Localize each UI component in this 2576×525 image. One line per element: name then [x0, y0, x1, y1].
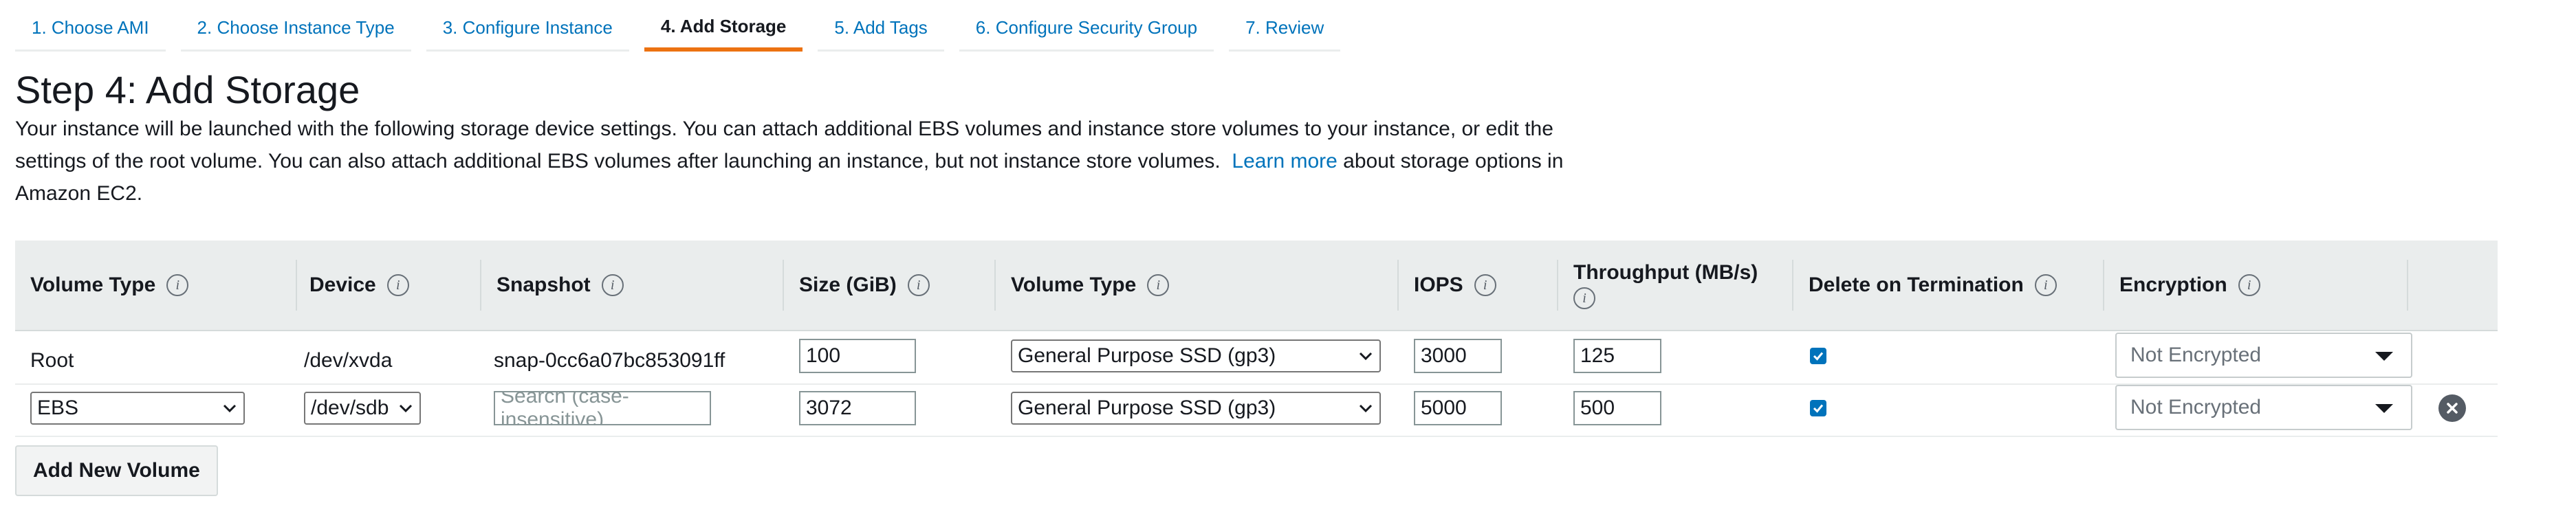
- snapshot-cell: snap-0cc6a07bc853091ff: [494, 349, 725, 372]
- volume-type-select[interactable]: EBS: [30, 392, 245, 425]
- column-divider: [1397, 260, 1399, 311]
- chevron-down-icon: [223, 404, 237, 413]
- tab-configure-instance[interactable]: 3. Configure Instance: [426, 5, 629, 52]
- col-header-delete-on-termination: Delete on Termination i: [1809, 241, 2057, 330]
- col-header-label: Device: [309, 273, 376, 296]
- info-icon[interactable]: i: [907, 274, 930, 296]
- iops-input[interactable]: 5000: [1414, 391, 1502, 425]
- delete-on-termination-checkbox[interactable]: [1810, 348, 1826, 364]
- col-header-label: Size (GiB): [799, 273, 897, 296]
- col-header-label: Snapshot: [496, 273, 591, 296]
- tab-add-tags[interactable]: 5. Add Tags: [818, 5, 944, 52]
- throughput-input[interactable]: 125: [1573, 339, 1661, 373]
- select-value: General Purpose SSD (gp3): [1018, 396, 1276, 419]
- add-storage-page: 1. Choose AMI 2. Choose Instance Type 3.…: [0, 0, 2576, 525]
- select-value: Not Encrypted: [2130, 344, 2262, 366]
- col-header-snapshot: Snapshot i: [496, 241, 624, 330]
- tab-review[interactable]: 7. Review: [1229, 5, 1341, 52]
- device-select[interactable]: /dev/sdb: [304, 392, 421, 425]
- add-new-volume-button[interactable]: Add New Volume: [15, 445, 218, 496]
- col-header-label: Delete on Termination: [1809, 273, 2024, 296]
- learn-more-link[interactable]: Learn more: [1232, 150, 1337, 172]
- col-header-label: IOPS: [1414, 273, 1463, 296]
- col-header-volume-type: Volume Type i: [30, 241, 189, 330]
- delete-on-termination-checkbox[interactable]: [1810, 400, 1826, 416]
- tab-add-storage[interactable]: 4. Add Storage: [644, 5, 803, 52]
- col-header-device: Device i: [309, 241, 409, 330]
- col-header-ebs-volume-type: Volume Type i: [1011, 241, 1170, 330]
- info-icon[interactable]: i: [386, 274, 409, 296]
- ebs-volume-type-select[interactable]: General Purpose SSD (gp3): [1011, 339, 1381, 372]
- column-divider: [1557, 260, 1558, 311]
- col-header-size: Size (GiB) i: [799, 241, 930, 330]
- remove-volume-button[interactable]: [2438, 394, 2466, 422]
- col-header-label: Throughput (MB/s): [1573, 261, 1758, 284]
- info-icon[interactable]: i: [1474, 274, 1496, 296]
- caret-down-icon: [2375, 352, 2393, 361]
- column-divider: [2407, 260, 2408, 311]
- tab-choose-ami[interactable]: 1. Choose AMI: [15, 5, 166, 52]
- info-icon[interactable]: i: [2034, 274, 2057, 296]
- select-value: /dev/sdb: [311, 396, 389, 419]
- tab-configure-security-group[interactable]: 6. Configure Security Group: [959, 5, 1214, 52]
- volume-type-cell: Root: [30, 349, 74, 372]
- col-header-label: Encryption: [2119, 273, 2227, 296]
- col-header-label: Volume Type: [30, 273, 156, 296]
- select-value: Not Encrypted: [2130, 396, 2262, 418]
- chevron-down-icon: [399, 404, 413, 413]
- wizard-steps: 1. Choose AMI 2. Choose Instance Type 3.…: [15, 5, 1355, 52]
- column-divider: [2103, 260, 2104, 311]
- chevron-down-icon: [1359, 352, 1373, 361]
- encryption-select[interactable]: Not Encrypted: [2115, 385, 2412, 430]
- ebs-volume-type-select[interactable]: General Purpose SSD (gp3): [1011, 392, 1381, 425]
- page-title: Step 4: Add Storage: [15, 68, 360, 111]
- checkmark-icon: [1813, 404, 1824, 413]
- caret-down-icon: [2375, 404, 2393, 413]
- snapshot-search-input[interactable]: Search (case-insensitive): [494, 391, 711, 425]
- throughput-input[interactable]: 500: [1573, 391, 1661, 425]
- info-icon[interactable]: i: [2238, 274, 2260, 296]
- device-cell: /dev/xvda: [304, 349, 393, 372]
- tab-choose-instance-type[interactable]: 2. Choose Instance Type: [180, 5, 411, 52]
- column-divider: [480, 260, 481, 311]
- column-divider: [994, 260, 996, 311]
- storage-table: Volume Type i Device i Snapshot i Size (GiB…: [15, 241, 2498, 440]
- info-icon[interactable]: i: [1573, 287, 1595, 309]
- size-input[interactable]: 3072: [799, 391, 916, 425]
- info-icon[interactable]: i: [1147, 274, 1170, 296]
- close-icon: [2447, 403, 2458, 414]
- size-input[interactable]: 100: [799, 339, 916, 373]
- checkmark-icon: [1813, 352, 1824, 361]
- iops-input[interactable]: 3000: [1414, 339, 1502, 373]
- select-value: General Purpose SSD (gp3): [1018, 344, 1276, 367]
- encryption-select[interactable]: Not Encrypted: [2115, 333, 2412, 378]
- info-icon[interactable]: i: [601, 274, 624, 296]
- select-value: EBS: [37, 396, 79, 419]
- col-header-encryption: Encryption i: [2119, 241, 2260, 330]
- column-divider: [1792, 260, 1793, 311]
- column-divider: [296, 260, 297, 311]
- column-divider: [783, 260, 784, 311]
- col-header-throughput: Throughput (MB/s) i: [1573, 241, 1758, 330]
- col-header-iops: IOPS i: [1414, 241, 1496, 330]
- page-description: Your instance will be launched with the …: [15, 113, 1576, 210]
- row-divider: [15, 436, 2498, 437]
- col-header-label: Volume Type: [1011, 273, 1137, 296]
- info-icon[interactable]: i: [166, 274, 189, 296]
- chevron-down-icon: [1359, 404, 1373, 413]
